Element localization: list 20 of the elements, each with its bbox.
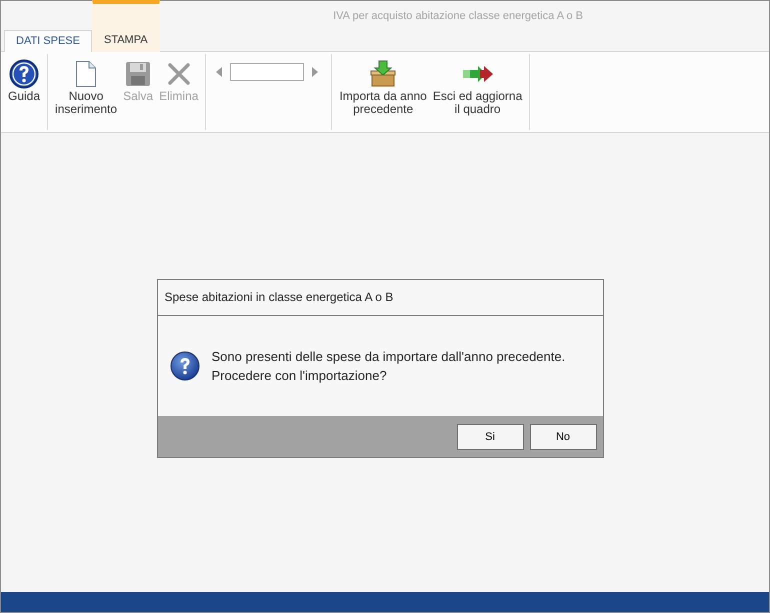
cross-icon bbox=[166, 62, 191, 86]
dialog-title: Spese abitazioni in classe energetica A o B bbox=[158, 280, 602, 316]
dialog-message: Sono presenti delle spese da importare dall'anno precedente. Procedere con l'importazione? bbox=[212, 348, 566, 385]
dialog-button[interactable]: Si bbox=[456, 424, 524, 450]
ribbon-button[interactable]: Importa da anno precedente bbox=[336, 58, 430, 116]
ribbon-tab[interactable]: DATI SPESE bbox=[4, 30, 92, 52]
question-icon bbox=[170, 351, 200, 381]
ribbon-tab[interactable]: STAMPA bbox=[92, 0, 160, 52]
arrow-right-icon bbox=[462, 65, 494, 83]
previous-icon[interactable] bbox=[216, 67, 222, 77]
box-arrow-icon bbox=[370, 60, 396, 88]
document-icon bbox=[75, 60, 98, 88]
ribbon-button[interactable]: Guida bbox=[5, 58, 44, 103]
help-icon bbox=[9, 59, 40, 89]
ribbon-button[interactable]: Esci ed aggiorna il quadro bbox=[430, 58, 526, 116]
window-title: IVA per acquisto abitazione classe energetica A o B bbox=[333, 10, 583, 22]
ribbon-button[interactable]: Nuovo inserimento bbox=[52, 58, 120, 116]
next-icon[interactable] bbox=[312, 67, 318, 77]
record-field[interactable] bbox=[230, 63, 304, 81]
dialog-button[interactable]: No bbox=[530, 424, 596, 450]
